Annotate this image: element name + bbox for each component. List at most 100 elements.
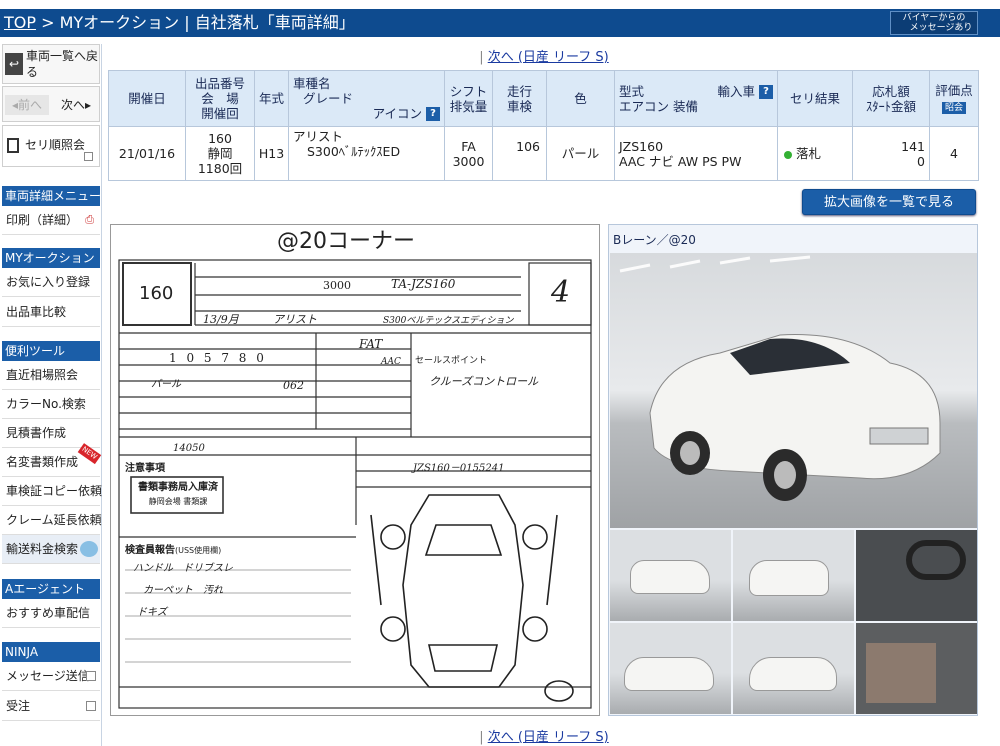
sidebar-item-label: カラーNo.検索 <box>6 397 86 411</box>
table-header-row: 開催日 出品番号会 場開催回 年式 車種名 グレード アイコン ? シフト 排気量… <box>108 70 979 127</box>
col-mileage-line1: 走行 <box>506 83 532 99</box>
col-lot: 出品番号会 場開催回 <box>185 70 255 127</box>
sidebar-item-send-message[interactable]: メッセージ送信 <box>2 662 100 691</box>
sidebar-item-label: おすすめ車配信 <box>6 606 91 620</box>
title-bar: TOP > MYオークション | 自社落札「車両詳細」 バイヤーからの メッセー… <box>0 9 1000 37</box>
sidebar-item-favorite[interactable]: お気に入り登録 <box>2 268 100 297</box>
cell-model: アリスト S300ﾍﾞﾙﾃｯｸｽED <box>288 126 445 181</box>
cell-shift-value: FA <box>461 138 476 154</box>
thumbnail-2[interactable] <box>733 530 854 621</box>
car-photo-drawing <box>619 255 941 501</box>
cell-bid-line1: 141 <box>901 138 925 154</box>
sheet-inspect-label-text: 検査員報告 <box>125 545 175 556</box>
help-icon[interactable]: ? <box>426 107 440 122</box>
cell-bid: 141 0 <box>852 126 930 181</box>
sidebar-item-label: 出品車比較 <box>6 305 67 319</box>
sidebar: ↩ 車両一覧へ戻る ◂前へ 次へ▸ セリ順照会 車両詳細メニュー 印刷（詳細） ⎙… <box>0 44 102 746</box>
col-mileage-line2: 車検 <box>506 98 532 114</box>
back-to-list-button[interactable]: ↩ 車両一覧へ戻る <box>2 44 100 84</box>
back-arrow-icon: ↩ <box>5 53 23 75</box>
next-vehicle-link[interactable]: 次へ (日産 リーフ S) <box>488 50 609 65</box>
auction-sheet-image[interactable]: @20コーナー 160 3000 TA-JZS160 4 13/9月 アリスト … <box>110 224 600 716</box>
bottom-next-vehicle-link[interactable]: 次へ (日産 リーフ S) <box>488 730 609 745</box>
col-model-line1: 車種名 <box>293 75 331 91</box>
sidebar-item-claim-extend[interactable]: クレーム延長依頼 <box>2 506 102 535</box>
main-car-photo[interactable] <box>610 253 977 528</box>
thumbnail-6[interactable] <box>856 623 977 714</box>
nav-divider: | <box>479 50 484 65</box>
sheet-note-3: ドキズ <box>137 607 167 618</box>
sidebar-item-name-change[interactable]: 名変書類作成 NEW <box>2 443 102 477</box>
thumbnail-3[interactable] <box>856 530 977 621</box>
status-dot-icon <box>784 150 792 159</box>
col-model-icon-row: アイコン ? <box>293 106 444 122</box>
document-icon <box>7 138 19 153</box>
sheet-title: @20コーナー <box>277 229 415 254</box>
col-date: 開催日 <box>108 70 186 127</box>
cell-date: 21/01/16 <box>108 126 186 181</box>
breadcrumb-top-link[interactable]: TOP <box>4 13 36 32</box>
cell-lot: 160 静岡 1180回 <box>185 126 255 181</box>
sheet-inspect-label: 検査員報告(USS使用欄) <box>125 541 221 556</box>
cell-result: 落札 <box>777 126 853 181</box>
sidebar-item-recommend[interactable]: おすすめ車配信 <box>2 599 100 628</box>
col-year: 年式 <box>254 70 289 127</box>
help-icon[interactable]: ? <box>759 85 773 99</box>
sheet-shift: FAT <box>359 337 383 351</box>
col-lot-line2: 会 場 <box>201 91 239 106</box>
sheet-type: TA-JZS160 <box>391 277 456 291</box>
sheet-color: パール <box>151 379 181 390</box>
prev-button[interactable]: ◂前へ <box>5 95 49 115</box>
section-head-my-auction: MYオークション <box>2 248 100 268</box>
sidebar-item-market[interactable]: 直近相場照会 <box>2 361 100 390</box>
sidebar-item-print[interactable]: 印刷（詳細） ⎙ <box>2 206 100 235</box>
buyer-message-button[interactable]: バイヤーからの メッセージあり <box>890 11 978 35</box>
sidebar-item-shipping[interactable]: 輸送料金検索 <box>2 535 100 564</box>
popup-icon <box>84 152 93 161</box>
sidebar-item-label: 直近相場照会 <box>6 368 79 382</box>
sidebar-item-label: 車検証コピー依頼 <box>6 484 103 498</box>
col-type-line2: エアコン 装備 <box>619 98 698 114</box>
thumbnail-5[interactable] <box>733 623 854 714</box>
sheet-mileage: 1 0 5 7 8 0 <box>169 351 267 365</box>
sheet-lot-number: 160 <box>139 283 174 304</box>
view-enlarged-images-button[interactable]: 拡大画像を一覧で見る <box>802 189 976 215</box>
thumbnail-car-icon <box>624 657 714 691</box>
prev-next-box: ◂前へ 次へ▸ <box>2 86 100 122</box>
breadcrumb-rest: > MYオークション | 自社落札「車両詳細」 <box>36 13 355 32</box>
col-model: 車種名 グレード アイコン ? <box>288 70 445 127</box>
print-icon: ⎙ <box>85 213 94 226</box>
eval-reference-badge[interactable]: 昭会 <box>941 102 966 114</box>
col-shift-line2: 排気量 <box>449 98 488 114</box>
sidebar-item-compare[interactable]: 出品車比較 <box>2 298 100 327</box>
breadcrumb: TOP > MYオークション | 自社落札「車両詳細」 <box>4 13 355 33</box>
sidebar-item-label: メッセージ送信 <box>6 669 90 683</box>
cell-equipment: AAC ナビ AW PS PW <box>619 153 742 169</box>
col-lot-line1: 出品番号 <box>194 76 245 91</box>
cell-color: パール <box>546 126 615 181</box>
col-model-line3: アイコン <box>372 105 423 121</box>
lane-label: Bレーン／@20 <box>613 233 696 247</box>
sidebar-item-orders[interactable]: 受注 <box>2 692 100 721</box>
seri-order-button[interactable]: セリ順照会 <box>2 125 100 167</box>
sheet-grade: S300ベルテックスエディション <box>383 316 514 326</box>
header: TOP > MYオークション | 自社落札「車両詳細」 バイヤーからの メッセー… <box>0 0 1000 37</box>
sidebar-item-inspection-copy[interactable]: 車検証コピー依頼 <box>2 477 103 506</box>
sidebar-item-label: クレーム延長依頼 <box>6 513 102 527</box>
cell-displacement: 3000 <box>452 153 485 169</box>
col-type: 型式 輸入車 ? エアコン 装備 <box>614 70 778 127</box>
sheet-name: アリスト <box>273 313 317 326</box>
thumbnail-4[interactable] <box>610 623 731 714</box>
sheet-cc: 3000 <box>323 279 351 292</box>
thumbnail-1[interactable] <box>610 530 731 621</box>
truck-icon <box>80 541 98 557</box>
cell-bid-line2: 0 <box>917 153 925 169</box>
col-color: 色 <box>546 70 615 127</box>
cell-type-value: JZS160 <box>619 138 664 154</box>
col-mileage: 走行 車検 <box>492 70 547 127</box>
col-shift-line1: シフト <box>449 83 488 99</box>
sidebar-item-label: 輸送料金検索 <box>6 542 79 556</box>
cell-lot-number: 160 <box>208 131 232 146</box>
sidebar-item-color-search[interactable]: カラーNo.検索 <box>2 390 100 419</box>
next-button[interactable]: 次へ▸ <box>53 95 99 115</box>
